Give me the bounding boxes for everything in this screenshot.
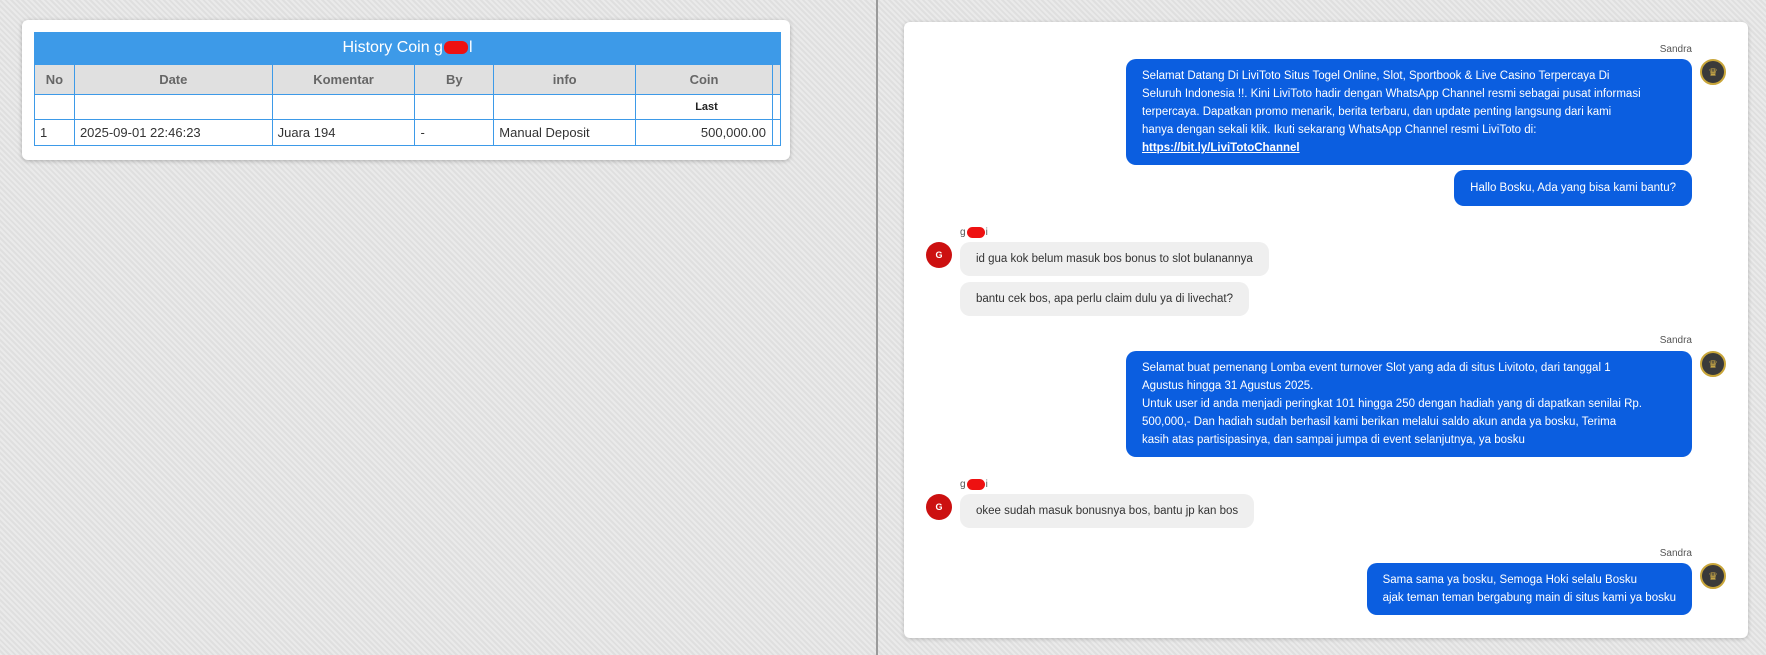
agent-name-label: Sandra (1659, 44, 1692, 55)
user-avatar: G (926, 494, 952, 520)
crown-icon: ♛ (1708, 357, 1718, 371)
message-line: Agustus hingga 31 Agustus 2025. (1142, 380, 1314, 392)
crown-icon: ♛ (1708, 569, 1718, 583)
user-message-bubble: bantu cek bos, apa perlu claim dulu ya d… (960, 282, 1249, 316)
table-cell-empty (73, 94, 273, 120)
agent-avatar: ♛ (1700, 351, 1726, 377)
whatsapp-channel-link[interactable]: https://bit.ly/LiviTotoChannel (1142, 142, 1300, 154)
message-line: kasih atas partisipasinya, dan sampai ju… (1142, 434, 1525, 446)
column-header-info: info (493, 64, 637, 95)
redaction-mark (966, 227, 985, 238)
column-header-date: Date (73, 64, 273, 95)
column-header-komentar: Komentar (271, 64, 416, 95)
cell-komentar: Juara 194 (271, 119, 416, 146)
message-line: Selamat Datang Di LiviToto Situs Togel O… (1142, 70, 1610, 82)
history-coin-title: History Coin g l (34, 32, 781, 64)
message-line: bantu cek bos, apa perlu claim dulu ya d… (976, 293, 1233, 305)
agent-name-label: Sandra (1659, 335, 1692, 346)
cell-date: 2025-09-01 22:46:23 (73, 119, 273, 146)
cell-coin: 500,000.00 (635, 119, 773, 146)
message-line: Selamat buat pemenang Lomba event turnov… (1142, 362, 1611, 374)
user-message-bubble: okee sudah masuk bonusnya bos, bantu jp … (960, 494, 1255, 528)
history-coin-table: No Date Komentar By info Coin Last 1 202… (34, 64, 782, 146)
table-cell-empty (771, 119, 782, 146)
table-cell-empty (34, 94, 75, 120)
table-header-row: No Date Komentar By info Coin (34, 64, 782, 95)
table-row: 1 2025-09-01 22:46:23 Juara 194 - Manual… (34, 119, 782, 146)
agent-message-bubble: Sama sama ya bosku, Semoga Hoki selalu B… (1366, 563, 1692, 615)
agent-message-bubble: Selamat Datang Di LiviToto Situs Togel O… (1126, 59, 1692, 165)
column-header-no: No (34, 64, 75, 95)
message-line: Untuk user id anda menjadi peringkat 101… (1142, 398, 1642, 410)
table-cell-empty (414, 94, 495, 120)
crown-icon: ♛ (1708, 65, 1718, 79)
agent-message-bubble: Selamat buat pemenang Lomba event turnov… (1126, 351, 1692, 457)
redaction-mark (966, 479, 985, 490)
agent-message-bubble: Hallo Bosku, Ada yang bisa kami bantu? (1454, 170, 1692, 206)
message-line: hanya dengan sekali klik. Ikuti sekarang… (1142, 124, 1537, 136)
table-subheader-row: Last (34, 94, 782, 120)
user-name-label: gi (960, 227, 988, 239)
history-coin-table-wrap: History Coin g l No Date Komentar By info… (34, 32, 782, 146)
column-header-by: By (414, 64, 495, 95)
message-line: ajak teman teman bergabung main di situs… (1382, 592, 1676, 604)
message-line: Sama sama ya bosku, Semoga Hoki selalu B… (1382, 574, 1637, 586)
cell-info: Manual Deposit (493, 119, 637, 146)
message-line: id gua kok belum masuk bos bonus to slot… (976, 253, 1253, 265)
cell-by: - (414, 119, 495, 146)
message-line: 500,000,- Dan hadiah sudah berhasil kami… (1142, 416, 1617, 428)
agent-avatar: ♛ (1700, 563, 1726, 589)
chat-transcript-panel: Sandra ♛ Selamat Datang Di LiviToto Situ… (904, 22, 1748, 638)
message-line: terpercaya. Dapatkan promo menarik, beri… (1142, 106, 1612, 118)
history-coin-card: History Coin g l No Date Komentar By info… (22, 20, 790, 160)
history-title-suffix: l (468, 39, 473, 56)
column-header-empty (771, 64, 782, 95)
agent-name-label: Sandra (1659, 548, 1692, 559)
message-line: Hallo Bosku, Ada yang bisa kami bantu? (1470, 182, 1676, 194)
cell-no: 1 (34, 119, 75, 146)
user-message-bubble: id gua kok belum masuk bos bonus to slot… (960, 242, 1269, 276)
agent-avatar: ♛ (1700, 59, 1726, 85)
table-cell-empty (493, 94, 637, 120)
user-name-label: gi (960, 479, 988, 491)
table-cell-empty (271, 94, 416, 120)
coin-subheader-last: Last (635, 94, 773, 120)
message-line: Seluruh Indonesia !!. Kini LiviToto hadi… (1142, 88, 1641, 100)
history-title-prefix: History Coin g (342, 39, 443, 56)
user-avatar: G (926, 242, 952, 268)
redaction-mark (443, 41, 468, 55)
column-header-coin: Coin (635, 64, 773, 95)
message-line: okee sudah masuk bonusnya bos, bantu jp … (976, 505, 1239, 517)
table-cell-empty (771, 94, 782, 120)
